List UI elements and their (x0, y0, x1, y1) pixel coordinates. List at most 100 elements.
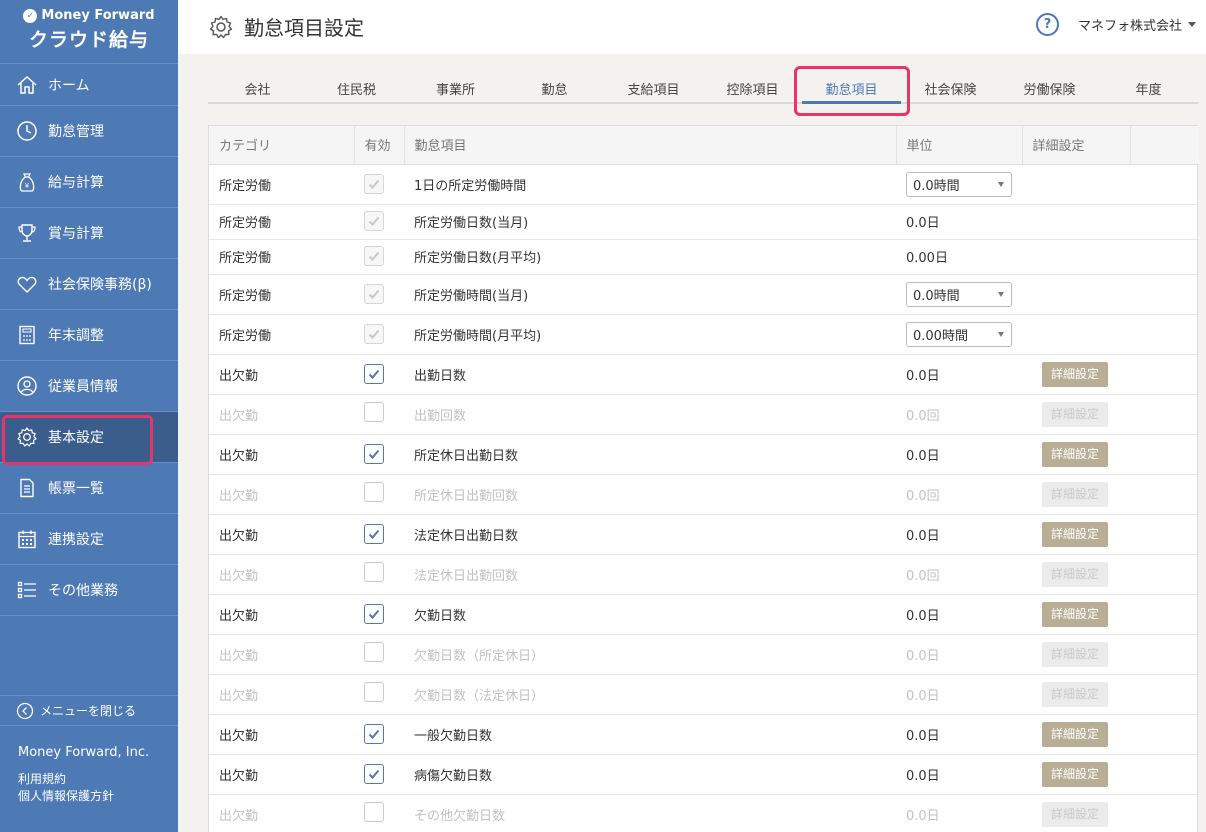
detail-settings-button[interactable]: 詳細設定 (1042, 721, 1108, 747)
settings-tab[interactable]: 支給項目 (604, 70, 703, 102)
detail-settings-button[interactable]: 詳細設定 (1042, 441, 1108, 467)
table-row: 所定労働 所定労働時間(当月) 0.0時間 (209, 274, 1199, 315)
unit-value: 0.00日 (906, 251, 948, 266)
enabled-checkbox[interactable] (364, 763, 384, 784)
close-menu-label: メニューを閉じる (40, 704, 137, 718)
settings-tab[interactable]: 勤怠 (505, 70, 604, 102)
enabled-checkbox[interactable] (364, 682, 384, 702)
enabled-checkbox[interactable] (364, 562, 384, 582)
settings-tab[interactable]: 社会保険 (901, 70, 1000, 102)
enabled-checkbox[interactable] (364, 523, 384, 544)
sidebar-item[interactable]: 年末調整 (0, 310, 178, 361)
sidebar-item-label: その他業務 (48, 583, 118, 599)
unit-cell: 0.0日 (896, 204, 1022, 240)
unit-value: 0.0日 (906, 808, 940, 824)
sidebar-item[interactable]: 連携設定 (0, 514, 178, 565)
enabled-cell (354, 634, 404, 675)
col-unit: 単位 (896, 126, 1023, 165)
enabled-checkbox[interactable] (364, 802, 384, 822)
settings-tab[interactable]: 会社 (208, 70, 307, 102)
detail-settings-button[interactable]: 詳細設定 (1042, 601, 1108, 627)
enabled-checkbox[interactable] (364, 363, 384, 384)
enabled-checkbox (364, 283, 384, 304)
footer-company: Money Forward, Inc. (18, 745, 150, 760)
settings-tab[interactable]: 年度 (1099, 70, 1198, 102)
detail-settings-button[interactable]: 詳細設定 (1042, 761, 1108, 787)
dropdown-arrow-icon (998, 181, 1004, 187)
enabled-cell (354, 394, 404, 435)
table-row: 出欠勤 法定休日出勤回数 0.0回 詳細設定 (209, 554, 1199, 595)
sidebar-item[interactable]: 社会保険事務(β) (0, 259, 178, 310)
settings-tab[interactable]: 勤怠項目 (802, 70, 901, 104)
extra-cell (1130, 474, 1199, 515)
enabled-checkbox[interactable] (364, 723, 384, 744)
enabled-checkbox[interactable] (364, 443, 384, 464)
detail-settings-button[interactable]: 詳細設定 (1042, 521, 1108, 547)
enabled-cell (354, 754, 404, 795)
sidebar-item[interactable]: 賞与計算 (0, 208, 178, 259)
sidebar-item[interactable]: 帳票一覧 (0, 463, 178, 514)
brand-name: Money Forward (41, 8, 155, 23)
category-cell: 所定労働 (209, 204, 354, 240)
detail-cell: 詳細設定 (1022, 514, 1130, 555)
trophy-icon (16, 222, 38, 244)
settings-tab[interactable]: 住民税 (307, 70, 406, 102)
table-row: 出欠勤 欠勤日数 0.0日 詳細設定 (209, 594, 1199, 635)
sidebar-item[interactable]: 従業員情報 (0, 361, 178, 412)
enabled-checkbox[interactable] (364, 642, 384, 662)
enabled-cell (354, 354, 404, 395)
help-icon[interactable]: ? (1036, 13, 1059, 36)
sidebar-item[interactable]: 勤怠管理 (0, 106, 178, 157)
app-logo[interactable]: ✓ Money Forward クラウド給与 (0, 0, 178, 64)
dropdown-arrow-icon (998, 291, 1004, 297)
unit-value: 0.0日 (906, 648, 940, 664)
item-name-cell: 所定休日出勤日数 (404, 434, 896, 475)
detail-settings-button: 詳細設定 (1042, 401, 1108, 427)
document-icon (16, 477, 38, 499)
category-cell: 出欠勤 (209, 754, 354, 795)
table-row: 所定労働 1日の所定労働時間 0.0時間 (209, 164, 1199, 205)
item-name-cell: 所定労働日数(当月) (404, 204, 896, 240)
detail-settings-button[interactable]: 詳細設定 (1042, 361, 1108, 387)
enabled-checkbox[interactable] (364, 482, 384, 502)
unit-select[interactable]: 0.0時間 (906, 281, 1012, 307)
table-row: 出欠勤 欠勤日数（所定休日） 0.0日 詳細設定 (209, 634, 1199, 675)
detail-cell: 詳細設定 (1022, 594, 1130, 635)
unit-select[interactable]: 0.0時間 (906, 171, 1012, 197)
sidebar-item[interactable]: ホーム (0, 64, 178, 106)
dropdown-arrow-icon (998, 331, 1004, 337)
enabled-checkbox[interactable] (364, 402, 384, 422)
settings-tab[interactable]: 控除項目 (703, 70, 802, 102)
sidebar-item[interactable]: その他業務 (0, 565, 178, 616)
unit-select[interactable]: 0.00時間 (906, 321, 1012, 347)
extra-cell (1130, 314, 1199, 355)
gear-icon (208, 14, 234, 40)
enabled-cell (354, 674, 404, 715)
settings-tab[interactable]: 労働保険 (1000, 70, 1099, 102)
category-cell: 所定労働 (209, 164, 354, 205)
terms-link[interactable]: 利用規約 (18, 771, 178, 788)
close-menu-button[interactable]: メニューを閉じる (0, 695, 178, 726)
enabled-cell (354, 594, 404, 635)
product-name: クラウド給与 (28, 29, 149, 51)
extra-cell (1130, 204, 1199, 240)
unit-cell: 0.0回 (896, 394, 1022, 435)
item-name-cell: 一般欠勤日数 (404, 714, 896, 755)
table-row: 出欠勤 病傷欠勤日数 0.0日 詳細設定 (209, 754, 1199, 795)
extra-cell (1130, 354, 1199, 395)
sidebar-item[interactable]: 基本設定 (0, 412, 178, 465)
sidebar-item-label: ホーム (48, 77, 90, 94)
privacy-link[interactable]: 個人情報保護方針 (18, 788, 178, 805)
table-row: 出欠勤 出勤日数 0.0日 詳細設定 (209, 354, 1199, 395)
detail-cell (1022, 314, 1130, 355)
sidebar: ✓ Money Forward クラウド給与 ホーム勤怠管理 ¥ 給与計算 賞与計算社… (0, 0, 178, 832)
unit-cell: 0.0日 (896, 794, 1022, 832)
enabled-checkbox[interactable] (364, 603, 384, 624)
sidebar-item-label: 帳票一覧 (48, 481, 104, 497)
detail-cell: 詳細設定 (1022, 554, 1130, 595)
unit-value: 0.0日 (906, 768, 940, 784)
item-name-cell: 出勤日数 (404, 354, 896, 395)
settings-tab[interactable]: 事業所 (406, 70, 505, 102)
sidebar-item[interactable]: ¥ 給与計算 (0, 157, 178, 208)
company-dropdown[interactable]: マネフォ株式会社 (1078, 15, 1197, 34)
